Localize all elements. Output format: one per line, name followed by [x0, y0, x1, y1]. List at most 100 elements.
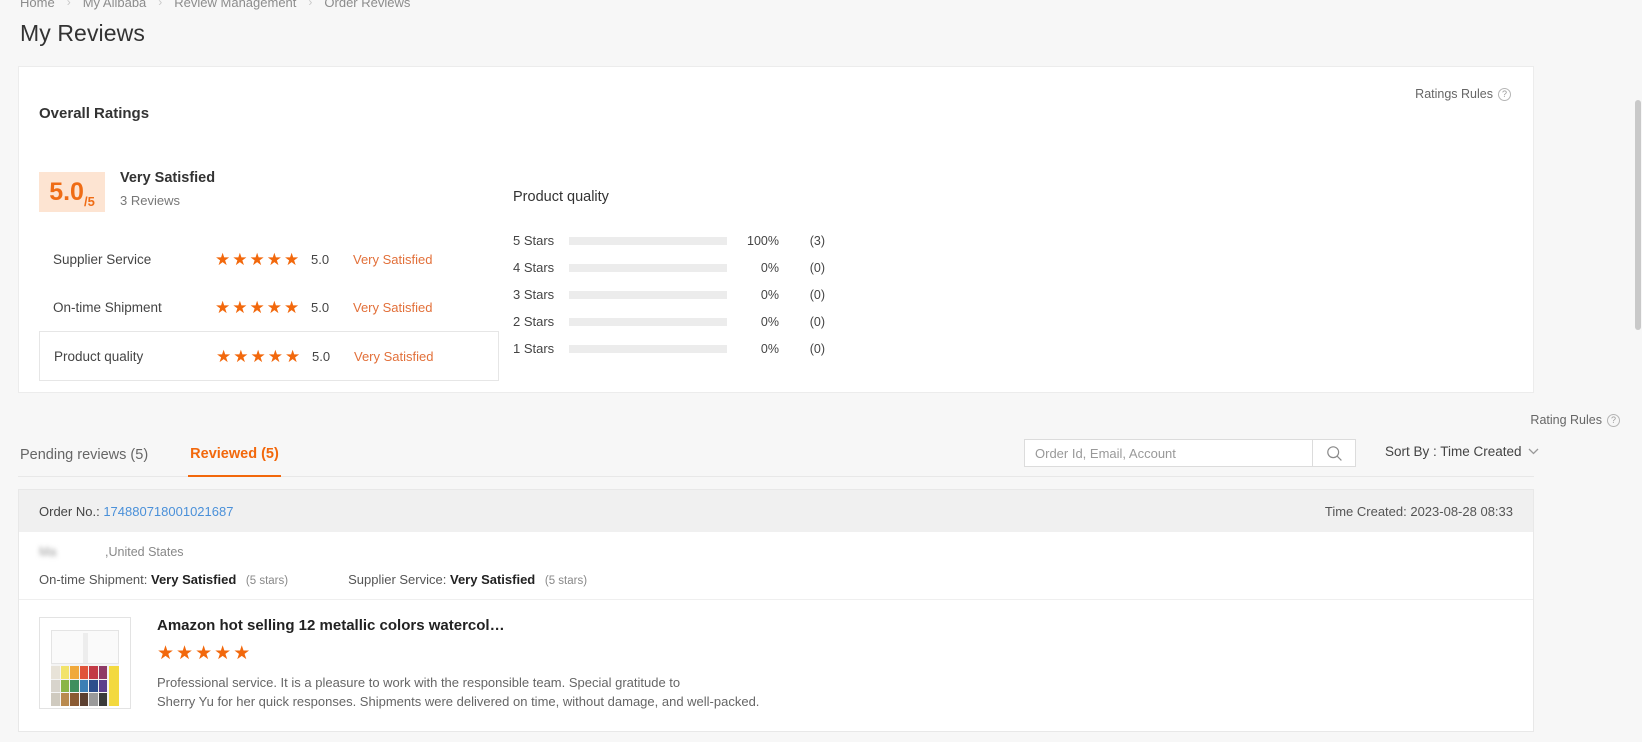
metric-stars: ★ ★ ★ ★ ★ — [215, 251, 311, 268]
bar-category-label: 2 Stars — [513, 314, 555, 329]
watercolor-palette-image — [51, 630, 119, 706]
bar-track — [569, 263, 727, 272]
page-scrollbar[interactable] — [1634, 0, 1642, 742]
page-title: My Reviews — [20, 20, 145, 46]
star-icon: ★ — [266, 297, 282, 317]
bar-percent: 0% — [760, 287, 779, 302]
order-rating-summary: On-time Shipment: Very Satisfied (5 star… — [39, 572, 1513, 587]
supplier-service-value: Very Satisfied — [449, 572, 536, 587]
palette-color-grid — [51, 666, 107, 706]
score-badge: 5.0 /5 — [39, 172, 105, 212]
star-icon: ★ — [284, 297, 300, 317]
order-meta: Ma ,United States On-time Shipment: Very… — [19, 532, 1533, 599]
star-icon: ★ — [195, 643, 213, 664]
chart-title: Product quality — [513, 189, 609, 205]
rating-rules-link[interactable]: Rating Rules ? — [1530, 413, 1620, 427]
supplier-service-label: Supplier Service: — [348, 572, 447, 587]
metric-label: On-time Shipment — [53, 299, 162, 315]
metric-score: 5.0 — [311, 251, 330, 267]
on-time-shipment-label: On-time Shipment: — [39, 572, 148, 587]
breadcrumb: Home › My Alibaba › Review Management › … — [20, 0, 410, 11]
tab-reviewed[interactable]: Reviewed (5) — [188, 433, 281, 477]
page-root: Home › My Alibaba › Review Management › … — [0, 0, 1642, 742]
metric-word: Very Satisfied — [354, 348, 434, 364]
star-icon: ★ — [214, 643, 232, 664]
star-icon: ★ — [176, 643, 194, 664]
bar-track — [569, 290, 727, 299]
search-icon — [1326, 445, 1342, 461]
bar-count: (0) — [809, 287, 825, 302]
score-title: Very Satisfied — [120, 170, 216, 186]
star-icon: ★ — [216, 346, 232, 366]
star-icon: ★ — [249, 297, 265, 317]
product-rating-stars: ★ ★ ★ ★ ★ — [157, 644, 759, 663]
metric-list: Supplier Service ★ ★ ★ ★ ★ 5.0 Very Sati… — [39, 235, 499, 381]
order-card-header: Order No.: 174880718001021687 Time Creat… — [19, 490, 1533, 532]
metric-row-product-quality[interactable]: Product quality ★ ★ ★ ★ ★ 5.0 Very Satis… — [39, 331, 499, 381]
overall-ratings-card: Ratings Rules ? Overall Ratings 5.0 /5 V… — [18, 66, 1534, 393]
bar-track — [569, 344, 727, 353]
breadcrumb-item-review-management[interactable]: Review Management — [174, 0, 296, 10]
on-time-shipment-summary: On-time Shipment: Very Satisfied (5 star… — [39, 572, 288, 587]
chart-bar-row: 3 Stars 0% (0) — [513, 281, 825, 308]
ratings-rules-link[interactable]: Ratings Rules ? — [1415, 87, 1511, 101]
metric-row-on-time-shipment[interactable]: On-time Shipment ★ ★ ★ ★ ★ 5.0 Very Sati… — [39, 283, 499, 331]
breadcrumb-item-home[interactable]: Home — [20, 0, 55, 10]
palette-lid — [51, 630, 119, 664]
bar-track — [569, 317, 727, 326]
metric-score: 5.0 — [312, 348, 331, 364]
order-no-block: Order No.: 174880718001021687 — [39, 504, 233, 519]
search-box — [1024, 439, 1356, 467]
chart-bar-row: 2 Stars 0% (0) — [513, 308, 825, 335]
rating-rules-label: Rating Rules — [1530, 413, 1602, 427]
star-icon: ★ — [233, 346, 249, 366]
order-no-link[interactable]: 174880718001021687 — [103, 504, 233, 519]
bar-count: (0) — [809, 341, 825, 356]
bar-track — [569, 236, 727, 245]
review-text-line-1: Professional service. It is a pleasure t… — [157, 675, 681, 690]
search-input[interactable] — [1024, 439, 1312, 467]
breadcrumb-separator: › — [66, 0, 71, 9]
metric-word: Very Satisfied — [353, 299, 433, 315]
tab-pending-reviews[interactable]: Pending reviews (5) — [18, 433, 150, 477]
star-icon: ★ — [215, 297, 231, 317]
star-icon: ★ — [249, 249, 265, 269]
breadcrumb-item-order-reviews[interactable]: Order Reviews — [324, 0, 410, 10]
review-content: Amazon hot selling 12 metallic colors wa… — [157, 617, 759, 711]
bar-category-label: 3 Stars — [513, 287, 555, 302]
star-icon: ★ — [267, 346, 283, 366]
chart-bar-row: 4 Stars 0% (0) — [513, 254, 825, 281]
bar-count: (0) — [809, 314, 825, 329]
page-scrollbar-thumb[interactable] — [1635, 100, 1641, 330]
help-icon[interactable]: ? — [1607, 413, 1620, 427]
on-time-shipment-value: Very Satisfied — [151, 572, 237, 587]
score-review-count: 3 Reviews — [120, 193, 180, 208]
sort-by-dropdown[interactable]: Sort By : Time Created — [1385, 444, 1539, 459]
score-texts: Very Satisfied 3 Reviews — [120, 168, 215, 208]
breadcrumb-item-my-alibaba[interactable]: My Alibaba — [83, 0, 147, 10]
ratings-rules-label: Ratings Rules — [1415, 87, 1493, 101]
order-review-body: Amazon hot selling 12 metallic colors wa… — [19, 599, 1533, 731]
search-button[interactable] — [1312, 439, 1356, 467]
metric-row-supplier-service[interactable]: Supplier Service ★ ★ ★ ★ ★ 5.0 Very Sati… — [39, 235, 499, 283]
star-icon: ★ — [232, 249, 248, 269]
bar-count: (3) — [809, 233, 825, 248]
overall-ratings-heading: Overall Ratings — [39, 105, 150, 122]
product-thumbnail[interactable] — [39, 617, 131, 709]
chart-bar-row: 5 Stars 100% (3) — [513, 227, 825, 254]
on-time-shipment-stars-text: (5 stars) — [245, 575, 289, 587]
product-title[interactable]: Amazon hot selling 12 metallic colors wa… — [157, 617, 759, 634]
bar-percent: 0% — [760, 341, 779, 356]
supplier-service-summary: Supplier Service: Very Satisfied (5 star… — [348, 572, 587, 587]
bar-percent: 0% — [760, 260, 779, 275]
metric-label: Supplier Service — [53, 251, 152, 267]
metric-word: Very Satisfied — [353, 251, 433, 267]
help-icon[interactable]: ? — [1498, 87, 1511, 101]
star-icon: ★ — [157, 643, 175, 664]
order-time-created: Time Created: 2023-08-28 08:33 — [1324, 503, 1513, 519]
palette-brush — [109, 666, 119, 706]
star-icon: ★ — [232, 297, 248, 317]
metric-label: Product quality — [54, 348, 144, 364]
star-icon: ★ — [285, 346, 301, 366]
metric-stars: ★ ★ ★ ★ ★ — [216, 348, 312, 365]
